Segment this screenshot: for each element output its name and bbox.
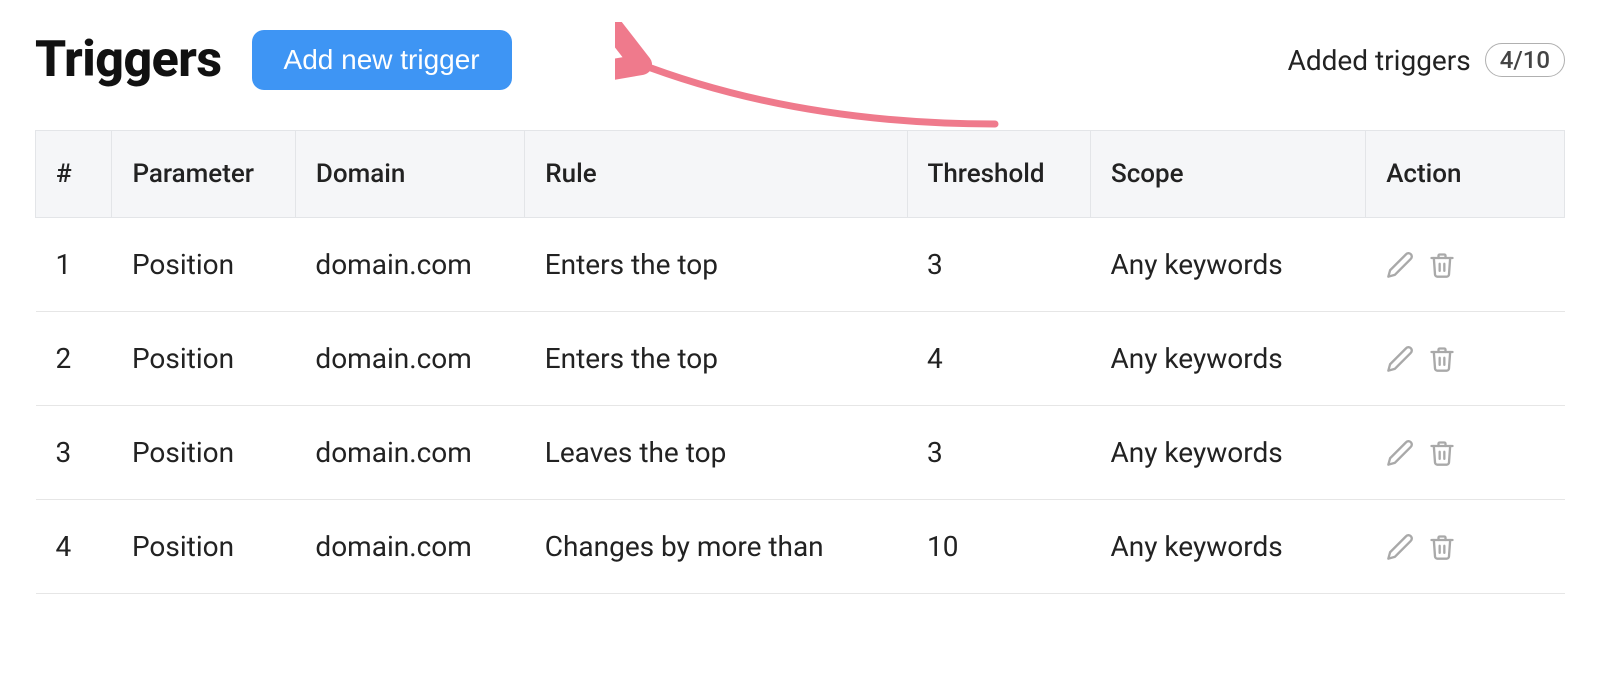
cell-parameter: Position [112, 312, 295, 406]
col-header-scope: Scope [1090, 131, 1365, 218]
cell-scope: Any keywords [1090, 218, 1365, 312]
cell-scope: Any keywords [1090, 312, 1365, 406]
cell-rule: Enters the top [525, 312, 907, 406]
col-header-domain: Domain [295, 131, 524, 218]
cell-rule: Enters the top [525, 218, 907, 312]
cell-rule: Leaves the top [525, 406, 907, 500]
table-header-row: # Parameter Domain Rule Threshold Scope … [36, 131, 1565, 218]
cell-domain: domain.com [295, 500, 524, 594]
table-row: 3 Position domain.com Leaves the top 3 A… [36, 406, 1565, 500]
cell-number: 2 [36, 312, 112, 406]
cell-threshold: 10 [907, 500, 1090, 594]
cell-domain: domain.com [295, 312, 524, 406]
edit-icon[interactable] [1386, 439, 1414, 467]
table-row: 4 Position domain.com Changes by more th… [36, 500, 1565, 594]
triggers-table-body: 1 Position domain.com Enters the top 3 A… [36, 218, 1565, 594]
cell-rule: Changes by more than [525, 500, 907, 594]
edit-icon[interactable] [1386, 345, 1414, 373]
edit-icon[interactable] [1386, 251, 1414, 279]
col-header-threshold: Threshold [907, 131, 1090, 218]
cell-scope: Any keywords [1090, 406, 1365, 500]
cell-actions [1366, 406, 1565, 500]
delete-icon[interactable] [1428, 345, 1456, 373]
col-header-number: # [36, 131, 112, 218]
cell-actions [1366, 500, 1565, 594]
cell-parameter: Position [112, 406, 295, 500]
delete-icon[interactable] [1428, 251, 1456, 279]
cell-parameter: Position [112, 218, 295, 312]
cell-domain: domain.com [295, 218, 524, 312]
page-title: Triggers [35, 31, 222, 89]
edit-icon[interactable] [1386, 533, 1414, 561]
delete-icon[interactable] [1428, 439, 1456, 467]
cell-scope: Any keywords [1090, 500, 1365, 594]
added-triggers-count: 4/10 [1485, 43, 1565, 77]
triggers-table: # Parameter Domain Rule Threshold Scope … [35, 130, 1565, 594]
table-row: 2 Position domain.com Enters the top 4 A… [36, 312, 1565, 406]
cell-parameter: Position [112, 500, 295, 594]
added-triggers-label: Added triggers [1288, 44, 1471, 77]
annotation-arrow-icon [615, 22, 1015, 132]
cell-number: 1 [36, 218, 112, 312]
col-header-rule: Rule [525, 131, 907, 218]
col-header-parameter: Parameter [112, 131, 295, 218]
page-header: Triggers Add new trigger Added triggers … [35, 30, 1565, 90]
added-triggers-counter: Added triggers 4/10 [1288, 43, 1565, 77]
table-row: 1 Position domain.com Enters the top 3 A… [36, 218, 1565, 312]
cell-threshold: 3 [907, 218, 1090, 312]
add-new-trigger-button[interactable]: Add new trigger [252, 30, 512, 90]
cell-threshold: 3 [907, 406, 1090, 500]
cell-domain: domain.com [295, 406, 524, 500]
delete-icon[interactable] [1428, 533, 1456, 561]
cell-threshold: 4 [907, 312, 1090, 406]
cell-number: 4 [36, 500, 112, 594]
cell-actions [1366, 312, 1565, 406]
cell-actions [1366, 218, 1565, 312]
cell-number: 3 [36, 406, 112, 500]
col-header-action: Action [1366, 131, 1565, 218]
